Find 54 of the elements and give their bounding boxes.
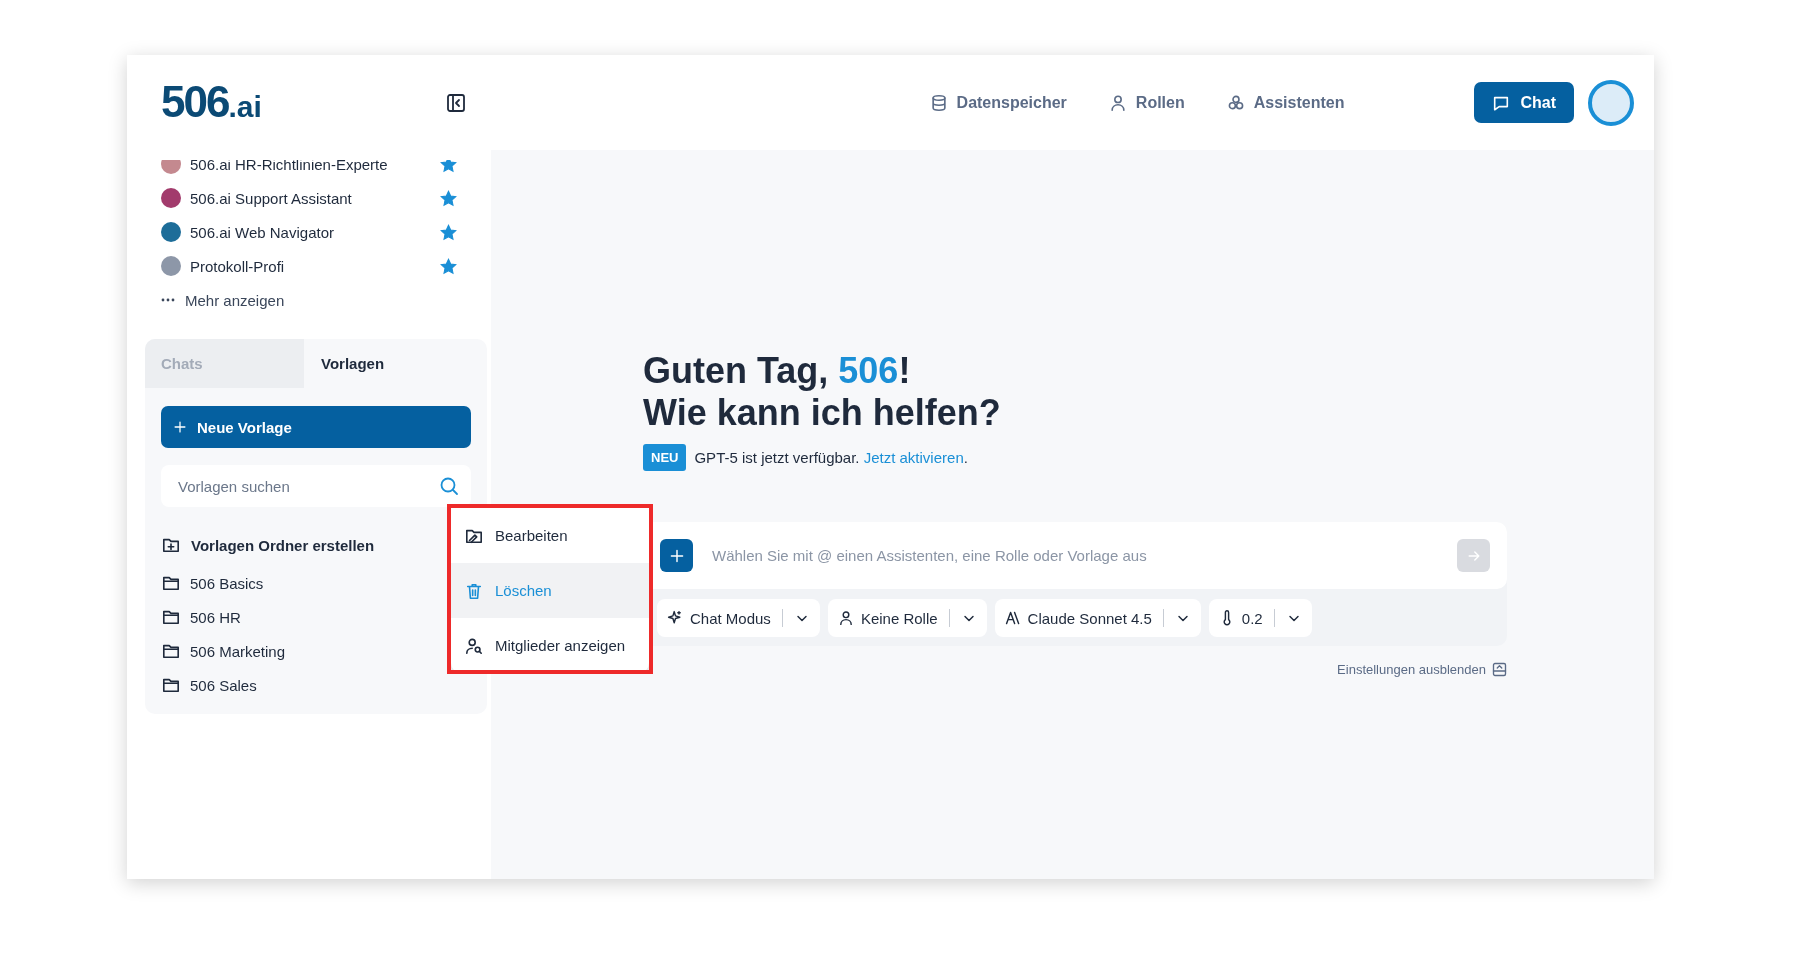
- folder-name[interactable]: 506 Marketing: [190, 642, 286, 660]
- tab[interactable]: Vorlagen: [304, 339, 385, 388]
- folder-name[interactable]: 506 HR: [190, 608, 241, 626]
- setting-dropdown[interactable]: Chat Modus: [657, 599, 820, 637]
- nav-link[interactable]: Datenspeicher: [929, 93, 1067, 112]
- setting-dropdown[interactable]: Keine Rolle: [827, 599, 987, 637]
- panel-collapse-icon: [1492, 662, 1507, 677]
- folder-icon: [161, 642, 181, 660]
- sparkle-icon: [667, 610, 683, 626]
- logo: 506.ai: [161, 76, 262, 129]
- chat-button[interactable]: Chat: [1474, 82, 1574, 123]
- folder-icon: [161, 608, 181, 626]
- user-avatar[interactable]: [1588, 79, 1634, 126]
- search-icon: [439, 476, 459, 496]
- search-field[interactable]: Vorlagen suchen: [161, 465, 471, 507]
- star-icon[interactable]: [440, 189, 457, 207]
- new-badge: NEU: [643, 443, 687, 471]
- database-icon: [929, 93, 948, 112]
- show-more-link[interactable]: Mehr anzeigen: [185, 291, 285, 309]
- person-search-icon: [465, 636, 483, 655]
- add-button[interactable]: [660, 539, 693, 572]
- menu-item[interactable]: Mitglieder anzeigen: [451, 618, 649, 670]
- hide-settings-link[interactable]: Einstellungen ausblenden: [1337, 662, 1507, 677]
- menu-item[interactable]: Bearbeiten: [451, 508, 649, 563]
- question-heading: Wie kann ich helfen?: [643, 392, 1002, 434]
- sidebar-toggle-icon[interactable]: [445, 92, 466, 113]
- person-icon: [1108, 93, 1127, 112]
- trash-icon: [465, 581, 483, 600]
- person-icon: [837, 610, 854, 626]
- plus-icon: [668, 547, 685, 564]
- star-icon[interactable]: [440, 223, 457, 241]
- plus-icon: [173, 420, 187, 434]
- star-icon[interactable]: [440, 160, 457, 173]
- dots-icon: [161, 298, 175, 302]
- folder-plus-icon: [161, 536, 181, 554]
- folder-name[interactable]: 506 Sales: [190, 676, 257, 694]
- create-folder-link[interactable]: Vorlagen Ordner erstellen: [191, 536, 375, 554]
- setting-dropdown[interactable]: Claude Sonnet 4.5: [994, 599, 1201, 637]
- folder-name[interactable]: 506 Basics: [190, 574, 264, 592]
- announcement-text: GPT-5 ist jetzt verfügbar. Jetzt aktivieren.: [694, 448, 968, 466]
- greeting-heading: Guten Tag, 506!: [643, 350, 912, 392]
- circles-icon: [1226, 93, 1245, 112]
- assistant-name[interactable]: 506.ai Support Assistant: [190, 189, 431, 207]
- new-template-button[interactable]: Neue Vorlage: [161, 406, 471, 448]
- nav-link[interactable]: Rollen: [1108, 93, 1185, 112]
- assistant-name[interactable]: 506.ai Web Navigator: [190, 223, 431, 241]
- setting-dropdown[interactable]: 0.2: [1208, 599, 1312, 637]
- star-icon[interactable]: [440, 257, 457, 275]
- nav-link[interactable]: Assistenten: [1226, 93, 1345, 112]
- model-logo-icon: [1004, 610, 1021, 626]
- folder-icon: [161, 574, 181, 592]
- message-input[interactable]: Wählen Sie mit @ einen Assistenten, eine Rolle oder Vorlage aus: [710, 546, 1457, 565]
- assistant-name[interactable]: Protokoll-Profi: [190, 257, 431, 275]
- folder-icon: [161, 676, 181, 694]
